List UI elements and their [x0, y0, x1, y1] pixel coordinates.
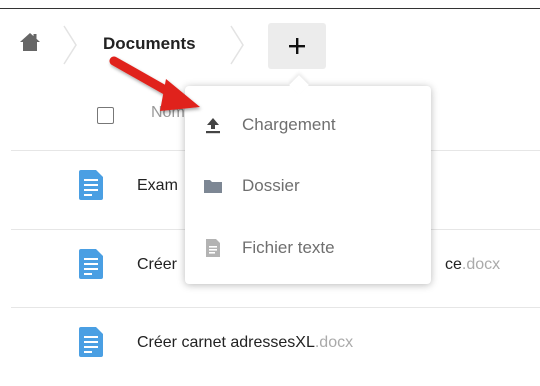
document-icon	[79, 249, 103, 279]
home-icon[interactable]	[19, 32, 41, 52]
menu-item-upload[interactable]: Chargement	[185, 100, 431, 152]
new-button[interactable]	[268, 23, 326, 69]
breadcrumb-separator	[230, 25, 244, 65]
menu-item-label: Dossier	[242, 176, 300, 195]
file-name[interactable]: Créer carnet adressesXL.docx	[137, 334, 353, 352]
document-icon	[79, 170, 103, 200]
new-menu-dropdown: Chargement Dossier Fichier texte	[185, 75, 431, 284]
document-icon	[79, 327, 103, 357]
file-name-visible-part[interactable]: ce.docx	[445, 256, 500, 274]
breadcrumb: Documents	[0, 14, 540, 76]
plus-icon	[289, 38, 305, 54]
file-name[interactable]: Créer	[137, 256, 177, 274]
menu-item-folder[interactable]: Dossier	[185, 161, 431, 213]
file-name[interactable]: Exam	[137, 177, 178, 195]
text-file-icon	[206, 239, 220, 257]
breadcrumb-documents[interactable]: Documents	[103, 34, 196, 54]
menu-item-label: Fichier texte	[242, 238, 335, 257]
table-row[interactable]: Créer carnet adressesXL.docx	[0, 310, 540, 386]
row-divider	[11, 307, 540, 308]
top-border	[0, 8, 540, 9]
breadcrumb-separator	[63, 25, 77, 65]
folder-icon	[204, 180, 222, 193]
menu-item-text-file[interactable]: Fichier texte	[185, 223, 431, 275]
annotation-arrow-icon	[109, 56, 200, 111]
upload-icon	[206, 118, 220, 134]
menu-pointer	[289, 75, 309, 95]
menu-item-label: Chargement	[242, 115, 336, 134]
